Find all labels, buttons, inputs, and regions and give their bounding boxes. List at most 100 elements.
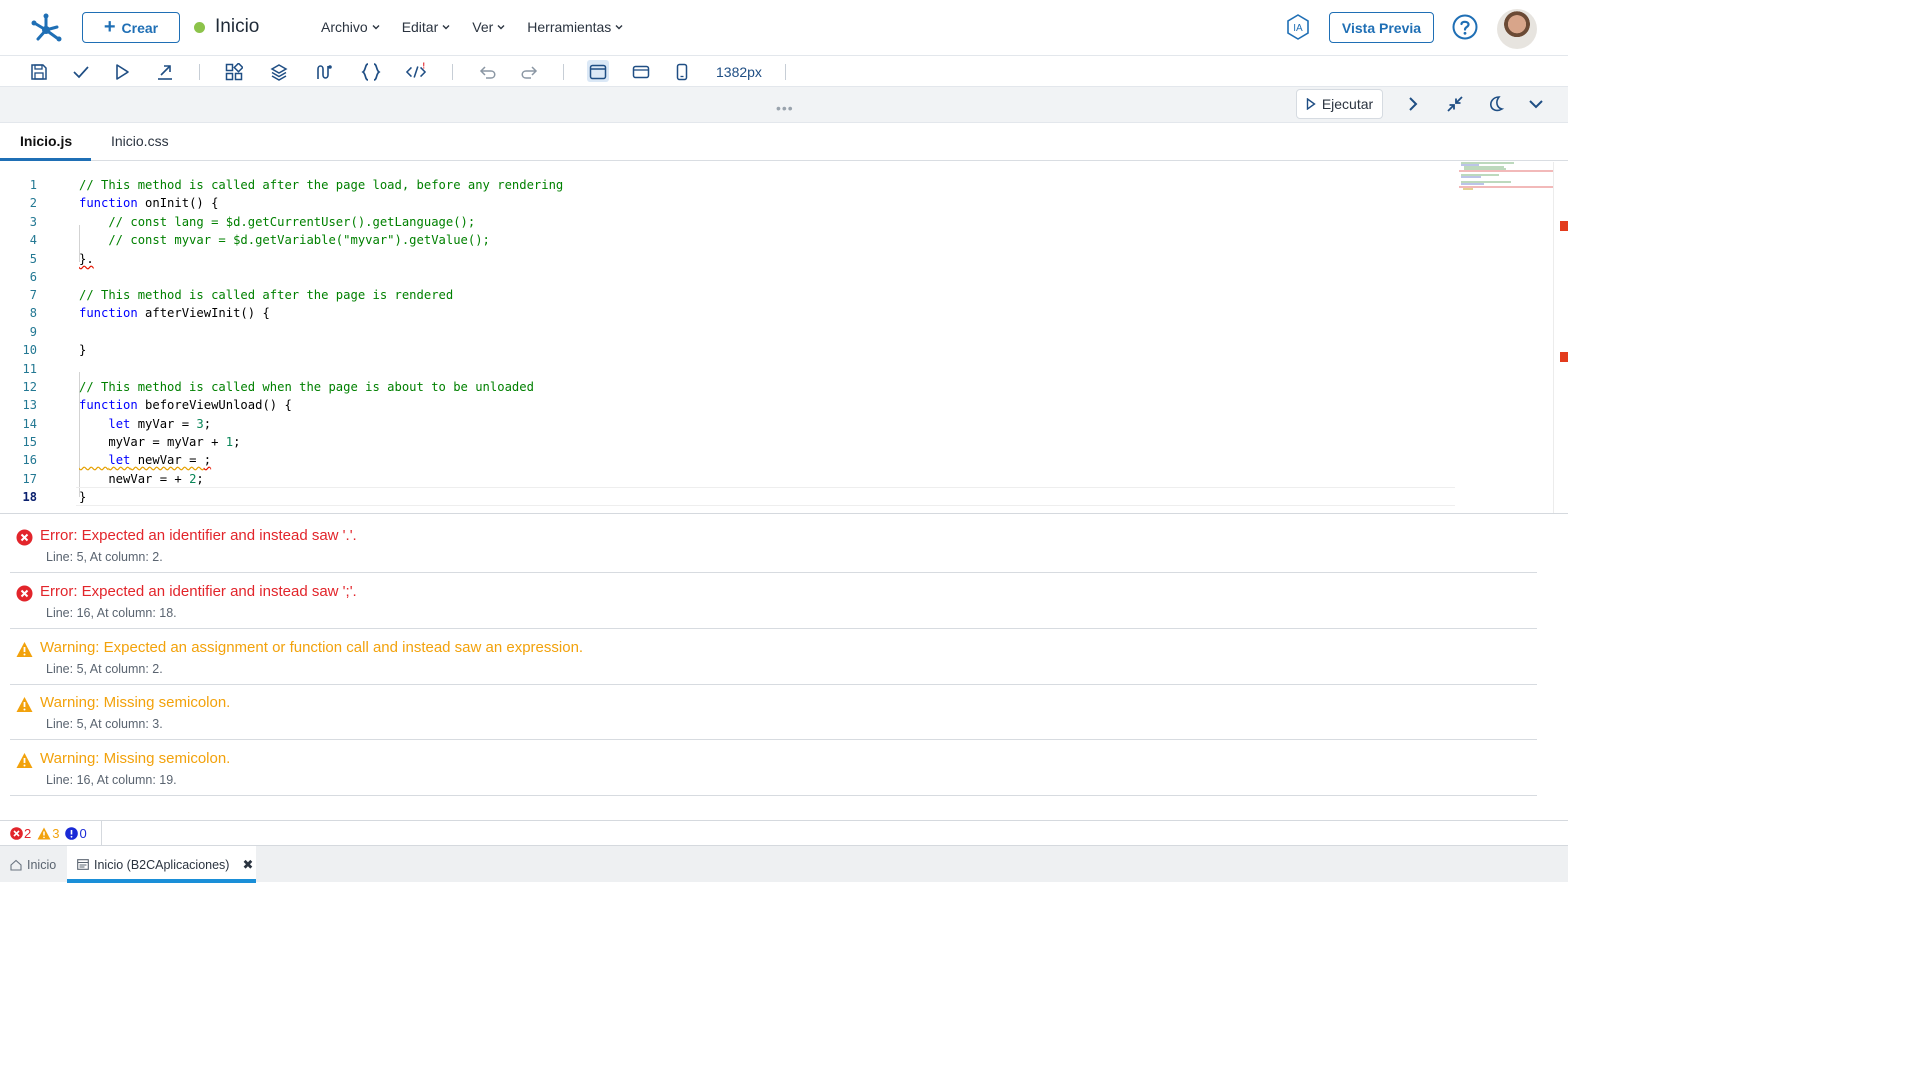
error-count: 2 [10,826,31,841]
redo-icon[interactable] [519,62,539,82]
resize-handle[interactable]: ••• [776,100,794,116]
code-line: let myVar = 3; [108,417,212,431]
chevron-down-icon[interactable] [1526,94,1546,114]
canvas-width-label: 1382px [716,64,762,80]
editor-toolbar: ! 1382px [0,56,1568,87]
menu-editar-label: Editar [401,19,439,35]
line-number: 1 [29,178,37,192]
code-line: function beforeViewUnload() { [79,398,292,412]
info-count: 0 [65,825,87,841]
error-icon [16,529,33,546]
workspace-tab-inicio[interactable]: Inicio [0,846,67,883]
problem-counters[interactable]: 2 3 0 [0,821,102,845]
mobile-view-icon[interactable] [672,62,692,82]
create-button-label: Crear [121,19,159,36]
play-icon [1306,98,1316,110]
code-line: // const myvar = $d.getVariable("myvar")… [79,233,490,247]
info-count-value: 0 [79,825,87,841]
svg-text:!: ! [422,62,425,70]
save-icon[interactable] [29,62,49,82]
toolbar-divider [199,64,200,80]
status-dot [194,22,205,33]
problem-item[interactable]: Warning: Missing semicolon. Line: 5, At … [10,684,1537,740]
code-minimap[interactable] [1459,162,1554,192]
line-number: 4 [29,233,37,247]
menu-herramientas[interactable]: Herramientas [527,19,623,35]
collapse-icon[interactable] [1445,94,1465,114]
menu-ver-label: Ver [472,19,494,35]
undo-icon[interactable] [478,62,498,82]
code-icon[interactable]: ! [406,62,426,82]
problem-item[interactable]: Warning: Expected an assignment or funct… [10,629,1537,685]
chevron-down-icon [615,25,623,30]
line-number: 13 [22,398,37,412]
help-icon[interactable] [1452,14,1478,40]
warning-icon [37,827,51,839]
code-line: }. [79,252,94,266]
run-button-label: Ejecutar [1321,96,1374,112]
menu-editar[interactable]: Editar [402,19,451,35]
close-icon[interactable]: ✖ [242,857,253,873]
warning-icon [16,642,33,657]
moon-icon[interactable] [1486,94,1506,114]
page-icon [77,859,89,870]
run-button[interactable]: Ejecutar [1296,89,1383,119]
components-icon[interactable] [224,62,244,82]
menu-ver[interactable]: Ver [472,19,505,35]
ai-assistant-icon[interactable]: IA [1284,13,1312,41]
menu-herramientas-label: Herramientas [527,19,612,35]
preview-button[interactable]: Vista Previa [1329,12,1434,43]
code-editor[interactable]: 1 // This method is called after the page… [0,162,1568,513]
scrollbar-error-marker [1560,352,1568,362]
line-number: 2 [29,196,37,210]
code-line: } [79,343,87,357]
chevron-right-icon[interactable] [1403,94,1423,114]
error-count-value: 2 [24,825,32,841]
code-line: // This method is called when the page i… [79,380,534,394]
play-icon[interactable] [112,62,132,82]
layers-icon[interactable] [269,62,289,82]
status-bar: 2 3 0 [0,820,1568,845]
tab-inicio-js[interactable]: Inicio.js [20,133,72,149]
tablet-view-icon[interactable] [631,62,651,82]
problem-item[interactable]: Warning: Missing semicolon. Line: 16, At… [10,740,1537,796]
problems-panel: Error: Expected an identifier and instea… [0,513,1568,820]
workspace-tab-inicio-b2c[interactable]: Inicio (B2CAplicaciones) ✖ [67,846,256,883]
scrollbar-error-marker [1560,221,1568,231]
menu-archivo[interactable]: Archivo [321,19,380,35]
chevron-down-icon [372,25,380,30]
problem-location: Line: 16, At column: 19. [46,773,177,787]
warning-icon [16,753,33,768]
problem-message: Error: Expected an identifier and instea… [40,583,357,600]
user-avatar[interactable] [1497,9,1537,49]
line-number: 16 [22,453,37,467]
code-line: // This method is called after the page … [79,288,454,302]
check-icon[interactable] [71,62,91,82]
home-icon [10,859,22,871]
tab-inicio-css[interactable]: Inicio.css [111,133,169,149]
app-logo-icon[interactable] [28,10,64,46]
code-line: let newVar = ; [108,453,212,467]
problem-item[interactable]: Error: Expected an identifier and instea… [10,573,1537,629]
problem-message: Warning: Expected an assignment or funct… [40,639,584,656]
create-button[interactable]: + Crear [82,12,180,43]
line-number: 15 [22,435,37,449]
problem-item[interactable]: Error: Expected an identifier and instea… [10,517,1537,573]
line-number: 18 [22,490,37,504]
line-number: 10 [22,343,37,357]
braces-icon[interactable] [361,62,381,82]
toolbar-divider [785,64,786,80]
line-number: 6 [29,270,37,284]
toolbar-divider [452,64,453,80]
page-title: Inicio [215,16,260,37]
ai-assistant-label: IA [1293,23,1303,34]
editor-scrollbar[interactable] [1553,162,1568,513]
desktop-view-icon[interactable] [588,62,608,82]
problem-message: Error: Expected an identifier and instea… [40,527,357,544]
panel-header: ••• Ejecutar [0,87,1568,123]
line-number: 8 [29,306,37,320]
export-icon[interactable] [155,62,175,82]
variables-icon[interactable] [314,62,334,82]
line-number: 5 [29,252,37,266]
toolbar-divider [563,64,564,80]
